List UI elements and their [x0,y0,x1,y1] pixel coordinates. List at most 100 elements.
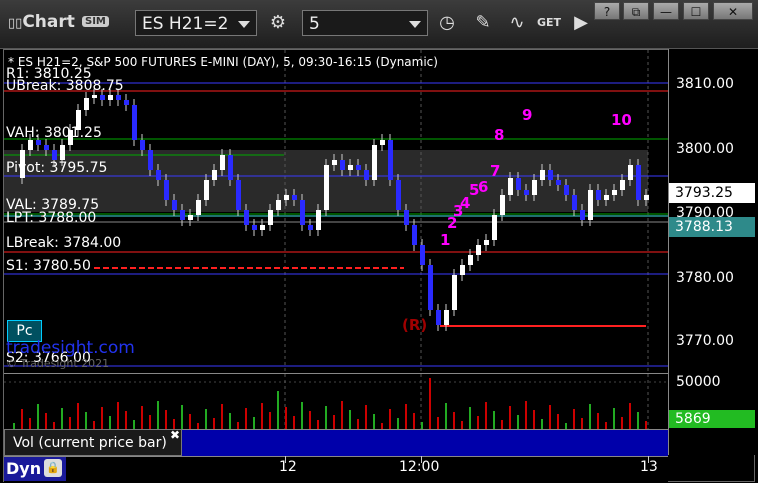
volume-bar [69,417,71,429]
play-icon[interactable]: ▶ [568,10,594,36]
time-axis[interactable] [4,456,668,483]
candle [84,98,89,110]
candle [204,180,209,200]
candle [588,190,593,220]
candle [460,265,465,275]
price-tick: 3770.00 [676,333,734,349]
candle [308,225,313,230]
candle [580,210,585,220]
volume-bar [125,411,127,429]
volume-bar [165,410,167,429]
candle [556,180,561,185]
candle [500,195,505,215]
watermark-copyright: © Tradesight 2021 [6,357,110,370]
volume-bar [349,410,351,429]
candle [132,105,137,140]
level-label-lbreak: LBreak: 3784.00 [6,235,122,251]
interval-dropdown[interactable]: 5 [302,10,428,36]
count-label: 8 [494,126,504,144]
count-label: 1 [440,231,450,249]
volume-bar [293,416,295,429]
volume-bar [445,403,447,429]
candle [412,225,417,245]
volume-bar [341,401,343,429]
candle [44,145,49,150]
candle [100,95,105,100]
price-chart[interactable]: (R) 1 2 3 4 5 6 7 8 9 10 [4,50,668,373]
candle [452,275,457,310]
study-label[interactable]: Vol (current price bar) [4,429,182,456]
candle [332,160,337,165]
volume-bar [101,407,103,429]
price-axis[interactable] [668,49,756,455]
candle [172,200,177,210]
volume-bar [589,404,591,429]
help-button[interactable]: ? [594,2,620,20]
volume-bar [61,408,63,429]
volume-bar [141,406,143,429]
candle [60,145,65,160]
indicator-icon[interactable]: ∿ [504,10,530,36]
volume-bar [413,413,415,429]
time-tick: 12 [279,459,297,475]
candle [396,180,401,210]
candle [324,165,329,210]
price-tick: 3780.00 [676,270,734,286]
level-label-ubreak: UBreak: 3808.75 [6,78,124,94]
candle [300,200,305,225]
candle [52,150,57,160]
time-tick: 13 [640,459,658,475]
volume-bar [533,410,535,429]
link-button[interactable]: ⧉ [623,2,649,20]
volume-bar [637,412,639,429]
volume-bar [629,403,631,429]
volume-bar [261,403,263,429]
volume-bar [509,406,511,429]
candle [108,95,113,100]
volume-bar [45,413,47,429]
volume-bar [229,413,231,429]
volume-bar [477,416,479,429]
candle [484,240,489,245]
candle [596,190,601,200]
volume-bar [429,378,431,429]
candle [236,180,241,210]
candle [164,180,169,200]
symbol-dropdown[interactable]: ES H21=2 [135,10,257,36]
volume-bar [189,414,191,429]
candle [220,155,225,170]
candle [604,195,609,200]
candle [436,310,441,325]
volume-bar [317,420,319,429]
minimize-button[interactable]: — [653,2,679,20]
close-button[interactable]: ✕ [713,2,753,20]
candle [180,210,185,220]
volume-bar [309,411,311,429]
gear-icon[interactable]: ⚙ [265,10,291,36]
volume-bar [453,412,455,429]
clock-icon[interactable]: ◷ [434,10,460,36]
count-label: 6 [478,178,488,196]
candle [356,165,361,170]
volume-bar [109,416,111,429]
volume-bar [93,421,95,429]
candle [636,165,641,200]
volume-bar [645,421,647,429]
candle [348,165,353,170]
volume-bar [269,412,271,429]
candle [364,170,369,180]
volume-chart [4,374,668,429]
pencil-icon[interactable]: ✎ [470,10,496,36]
candle [196,200,201,215]
candle [252,225,257,230]
maximize-button[interactable]: ☐ [683,2,709,20]
volume-bar [325,406,327,429]
candle [372,145,377,180]
candle [548,170,553,180]
volume-bar [621,417,623,429]
get-button[interactable]: GET [536,10,562,36]
lock-icon[interactable]: 🔒 [44,459,62,477]
volume-bar [29,418,31,429]
volume-bar [605,422,607,429]
close-study-icon[interactable]: ✖ [170,428,180,442]
